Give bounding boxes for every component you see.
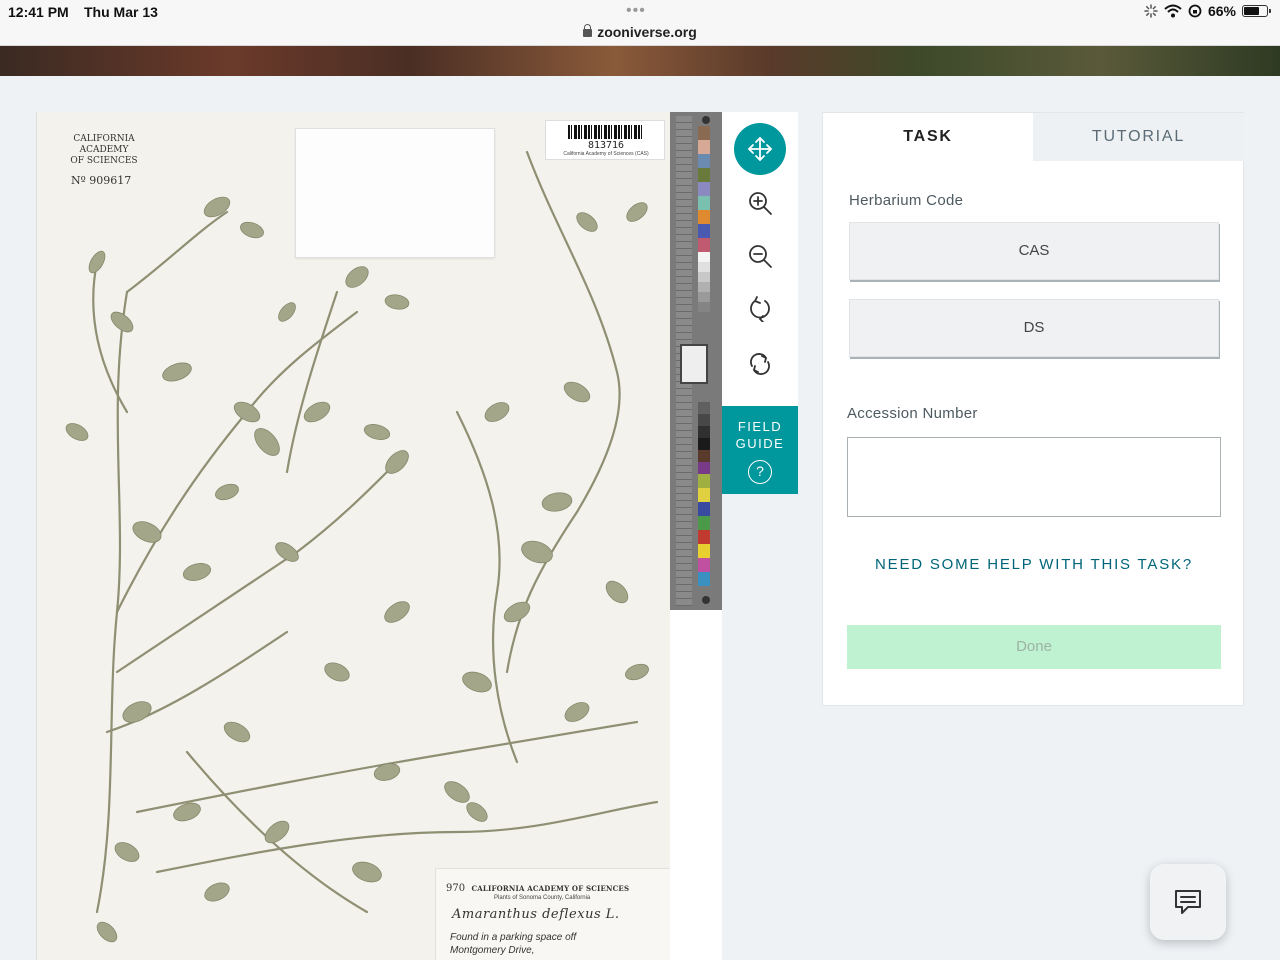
color-patch xyxy=(698,426,710,438)
barcode-label: 813716 California Academy of Sciences (C… xyxy=(545,120,665,160)
done-button[interactable]: Done xyxy=(847,625,1221,669)
calibration-target xyxy=(680,344,708,384)
specimen-image[interactable]: CALIFORNIA ACADEMY OF SCIENCES Nº 909617… xyxy=(36,112,670,960)
feedback-chat-button[interactable] xyxy=(1150,864,1226,940)
tab-menu-dots-icon[interactable]: ••• xyxy=(626,2,646,20)
color-patch xyxy=(698,572,710,586)
move-icon xyxy=(748,137,772,161)
color-patch xyxy=(698,224,710,238)
accession-number-label: Accession Number xyxy=(847,405,978,422)
color-patch xyxy=(698,140,710,154)
tab-task[interactable]: TASK xyxy=(823,113,1033,161)
ios-status-bar: 12:41 PM Thu Mar 13 ••• zooniverse.org 6… xyxy=(0,0,1280,46)
help-link[interactable]: NEED SOME HELP WITH THIS TASK? xyxy=(823,556,1245,573)
color-patch xyxy=(698,402,710,414)
institution-line-2: OF SCIENCES xyxy=(70,156,138,166)
institution-line-1: CALIFORNIA ACADEMY xyxy=(73,134,135,155)
rotate-button[interactable] xyxy=(724,282,796,336)
color-patch xyxy=(698,282,710,292)
zoom-in-button[interactable] xyxy=(724,176,796,230)
site-header-banner xyxy=(0,46,1280,76)
color-patch xyxy=(698,474,710,488)
color-patch xyxy=(698,516,710,530)
move-tool-button[interactable] xyxy=(724,122,796,176)
field-guide-button[interactable]: FIELD GUIDE ? xyxy=(722,406,798,494)
tab-tutorial[interactable]: TUTORIAL xyxy=(1033,113,1244,161)
institution-stamp: CALIFORNIA ACADEMY OF SCIENCES xyxy=(59,134,149,167)
color-patch xyxy=(698,168,710,182)
note-line-2: Montgomery Drive, xyxy=(450,945,535,956)
color-patch xyxy=(698,438,710,450)
color-calibration-bar xyxy=(670,112,722,610)
barcode-number: 813716 xyxy=(587,140,625,151)
zoom-out-button[interactable] xyxy=(724,229,796,283)
label-locale: Plants of Sonoma County, California xyxy=(494,895,591,901)
battery-percent: 66% xyxy=(1207,3,1236,19)
color-patch xyxy=(698,126,710,140)
status-time: 12:41 PM xyxy=(8,4,69,20)
reset-icon xyxy=(750,353,770,375)
field-guide-line-2: GUIDE xyxy=(735,436,785,451)
collection-label: 970 CALIFORNIA ACADEMY OF SCIENCES Plant… xyxy=(435,868,670,960)
color-patch xyxy=(698,414,710,426)
accession-number-input[interactable] xyxy=(847,437,1221,517)
image-margin xyxy=(670,610,722,960)
color-patch xyxy=(698,558,710,572)
reset-button[interactable] xyxy=(724,337,796,391)
sheet-number: Nº 909617 xyxy=(71,174,132,187)
task-panel: TASK TUTORIAL Herbarium Code CAS DS Acce… xyxy=(822,112,1244,706)
color-patch xyxy=(698,488,710,502)
color-patch xyxy=(698,196,710,210)
zoom-out-icon xyxy=(749,245,772,268)
note-line-1: Found in a parking space off xyxy=(450,932,577,943)
color-patch xyxy=(698,154,710,168)
ruler-hole-top xyxy=(702,116,710,124)
label-institution: CALIFORNIA ACADEMY OF SCIENCES xyxy=(471,884,630,893)
ruler-hole-bottom xyxy=(702,596,710,604)
seed-envelope xyxy=(295,128,495,258)
color-patch xyxy=(698,272,710,282)
color-patch xyxy=(698,502,710,516)
barcode-caption: California Academy of Sciences (CAS) xyxy=(563,151,649,157)
color-patch xyxy=(698,544,710,558)
status-date: Thu Mar 13 xyxy=(84,4,158,20)
url-text: zooniverse.org xyxy=(597,24,697,40)
color-patch xyxy=(698,182,710,196)
address-bar[interactable]: zooniverse.org xyxy=(0,24,1280,40)
lock-icon xyxy=(583,24,593,37)
chat-icon xyxy=(1175,890,1201,914)
wifi-icon xyxy=(1164,4,1182,18)
activity-spinner-icon xyxy=(1144,4,1158,18)
species-name: Amaranthus deflexus L. xyxy=(452,907,620,922)
screen-lock-icon xyxy=(1188,4,1202,18)
choice-ds-button[interactable]: DS xyxy=(849,299,1219,357)
color-patch xyxy=(698,292,710,302)
color-patch xyxy=(698,238,710,252)
color-patch xyxy=(698,262,710,272)
rotate-icon xyxy=(750,296,770,322)
move-tool-circle xyxy=(734,123,786,175)
choice-cas-button[interactable]: CAS xyxy=(849,222,1219,280)
collection-label-header: 970 CALIFORNIA ACADEMY OF SCIENCES xyxy=(446,883,629,894)
battery-fill xyxy=(1244,7,1259,15)
collection-notes: Found in a parking space off Montgomery … xyxy=(450,931,576,957)
field-guide-line-1: FIELD xyxy=(737,419,783,434)
color-patch xyxy=(698,210,710,224)
label-number: 970 xyxy=(446,883,466,894)
help-circle-icon: ? xyxy=(748,460,772,484)
color-patch xyxy=(698,450,710,462)
barcode-bars xyxy=(568,125,644,139)
color-patch xyxy=(698,252,710,262)
zoom-in-icon xyxy=(749,192,772,215)
color-patch xyxy=(698,302,710,312)
color-patch xyxy=(698,462,710,474)
color-patch xyxy=(698,530,710,544)
status-icons: 66% xyxy=(1144,3,1271,19)
herbarium-code-label: Herbarium Code xyxy=(849,192,964,209)
battery-icon xyxy=(1242,5,1271,17)
field-guide-label: FIELD GUIDE xyxy=(722,418,798,452)
